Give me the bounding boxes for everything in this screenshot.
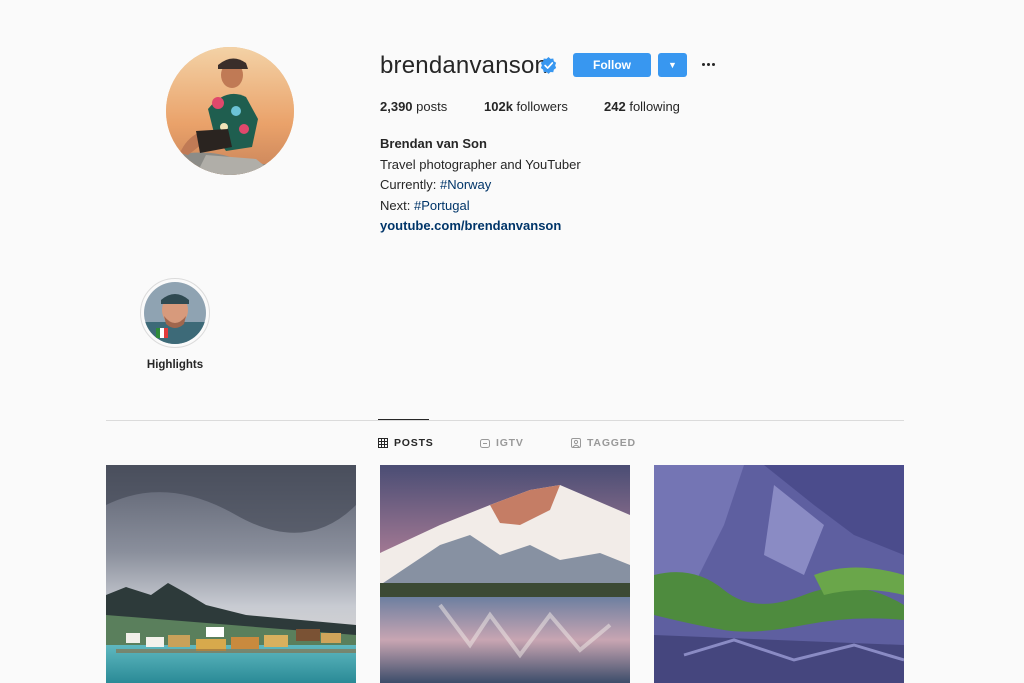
following-count: 242 xyxy=(604,99,626,114)
more-horizontal-icon xyxy=(701,62,715,66)
currently-prefix: Currently: xyxy=(380,177,437,192)
tab-tagged-label: TAGGED xyxy=(587,437,636,449)
post-image-mountain-lake xyxy=(380,465,630,683)
tab-posts[interactable]: POSTS xyxy=(378,437,434,449)
more-options-button[interactable] xyxy=(698,54,718,74)
active-tab-indicator xyxy=(378,419,429,420)
tab-igtv[interactable]: IGTV xyxy=(480,437,524,449)
hashtag-norway-link[interactable]: #Norway xyxy=(440,177,491,192)
avatar-photo xyxy=(166,47,294,175)
profile-avatar[interactable] xyxy=(166,47,294,175)
followers-stat[interactable]: 102k followers xyxy=(484,99,568,114)
following-label: following xyxy=(629,99,680,114)
bio-line-currently: Currently: #Norway xyxy=(380,175,581,196)
tab-tagged[interactable]: TAGGED xyxy=(571,437,636,449)
igtv-icon xyxy=(480,439,490,448)
followers-label: followers xyxy=(516,99,568,114)
post-thumbnail[interactable] xyxy=(380,465,630,683)
suggested-dropdown-button[interactable]: ▼ xyxy=(658,53,687,77)
story-highlight[interactable] xyxy=(140,278,210,348)
posts-count: 2,390 xyxy=(380,99,413,114)
verified-badge-icon xyxy=(540,57,557,74)
tabs-divider xyxy=(106,420,904,421)
tagged-icon xyxy=(571,438,581,448)
hashtag-portugal-link[interactable]: #Portugal xyxy=(414,198,470,213)
post-image-coastal-village xyxy=(106,465,356,683)
following-stat[interactable]: 242 following xyxy=(604,99,680,114)
bio-line-next: Next: #Portugal xyxy=(380,196,581,217)
follow-button[interactable]: Follow xyxy=(573,53,651,77)
caret-down-icon: ▼ xyxy=(668,60,677,70)
profile-bio: Brendan van Son Travel photographer and … xyxy=(380,134,581,237)
profile-website-link[interactable]: youtube.com/brendanvanson xyxy=(380,218,561,233)
followers-count: 102k xyxy=(484,99,513,114)
highlight-label: Highlights xyxy=(146,359,204,371)
grid-icon xyxy=(378,438,388,448)
tab-igtv-label: IGTV xyxy=(496,437,524,449)
posts-label: posts xyxy=(416,99,448,114)
next-prefix: Next: xyxy=(380,197,411,213)
bio-line-description: Travel photographer and YouTuber xyxy=(380,156,581,172)
post-thumbnail[interactable] xyxy=(106,465,356,683)
posts-stat: 2,390 posts xyxy=(380,99,447,114)
profile-username: brendanvanson xyxy=(380,52,549,79)
post-thumbnail[interactable] xyxy=(654,465,904,683)
post-image-rock-cliff xyxy=(654,465,904,683)
highlight-cover xyxy=(144,282,206,344)
profile-full-name: Brendan van Son xyxy=(380,136,487,151)
tab-posts-label: POSTS xyxy=(394,437,434,449)
